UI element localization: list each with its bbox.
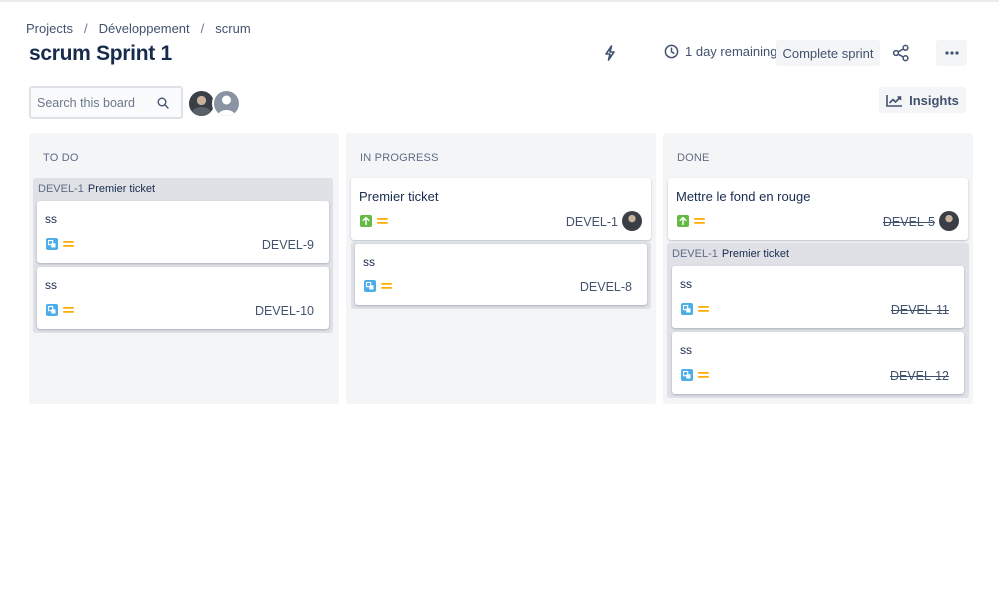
priority-medium-icon: [381, 282, 393, 290]
card-title: ss: [45, 278, 57, 292]
subtask-icon: [46, 304, 58, 316]
subtask-icon: [681, 369, 693, 381]
issue-card[interactable]: ss DEVEL-11: [672, 266, 964, 328]
page-title: scrum Sprint 1: [29, 42, 172, 65]
story-icon: [360, 215, 372, 227]
search-box: [29, 86, 183, 119]
card-key[interactable]: DEVEL-8: [580, 280, 632, 294]
card-icons: [360, 215, 394, 227]
issue-card[interactable]: ss DEVEL-10: [37, 267, 329, 329]
column-title: IN PROGRESS: [360, 152, 439, 164]
parent-issue-label: DEVEL-1 Premier ticket: [38, 183, 155, 195]
search-icon[interactable]: [157, 97, 169, 109]
column-in-progress: IN PROGRESS Premier ticket DEVEL-1 ss DE…: [346, 133, 656, 404]
more-horizontal-icon: [944, 51, 959, 55]
card-key[interactable]: DEVEL-5: [883, 215, 935, 229]
top-divider: [0, 0, 999, 2]
card-key[interactable]: DEVEL-11: [891, 303, 949, 317]
breadcrumb-separator: /: [200, 21, 205, 36]
breadcrumb-separator: /: [83, 21, 88, 36]
column-title: TO DO: [43, 152, 79, 164]
insights-chart-icon: [886, 94, 903, 107]
parent-issue-group[interactable]: DEVEL-1 Premier ticket ss DEVEL-9 ss DEVE…: [33, 178, 333, 333]
column-title: DONE: [677, 152, 710, 164]
issue-card[interactable]: Premier ticket DEVEL-1: [351, 178, 651, 240]
card-title: Premier ticket: [359, 189, 439, 204]
share-icon[interactable]: [889, 42, 913, 64]
priority-medium-icon: [377, 217, 389, 225]
priority-medium-icon: [694, 217, 706, 225]
subtask-icon: [681, 303, 693, 315]
insights-button[interactable]: Insights: [879, 87, 966, 113]
card-icons: [681, 369, 715, 381]
search-input[interactable]: [37, 95, 155, 110]
card-icons: [681, 303, 715, 315]
story-icon: [677, 215, 689, 227]
breadcrumb-project[interactable]: Développement: [99, 21, 190, 36]
remaining-text: 1 day remaining: [685, 44, 778, 59]
card-title: ss: [680, 343, 692, 357]
issue-card[interactable]: ss DEVEL-9: [37, 201, 329, 263]
breadcrumb-projects[interactable]: Projects: [26, 21, 73, 36]
parent-issue-label: DEVEL-1 Premier ticket: [672, 248, 789, 260]
card-title: ss: [680, 277, 692, 291]
card-title: Mettre le fond en rouge: [676, 189, 811, 204]
avatar-unassigned[interactable]: [212, 89, 241, 118]
avatar[interactable]: [939, 211, 959, 231]
parent-issue-group[interactable]: ss DEVEL-8: [351, 242, 651, 309]
breadcrumb: Projects / Développement / scrum: [26, 21, 251, 36]
subtask-icon: [46, 238, 58, 250]
parent-issue-key[interactable]: DEVEL-1: [38, 183, 84, 195]
card-title: ss: [363, 255, 375, 269]
sprint-remaining: 1 day remaining: [664, 44, 778, 59]
breadcrumb-board[interactable]: scrum: [215, 21, 250, 36]
parent-issue-summary: Premier ticket: [87, 183, 156, 195]
column-done: DONE Mettre le fond en rouge DEVEL-5 DEV…: [663, 133, 973, 404]
card-key[interactable]: DEVEL-9: [262, 238, 314, 252]
priority-medium-icon: [698, 305, 710, 313]
card-key[interactable]: DEVEL-12: [890, 369, 949, 383]
issue-card[interactable]: ss DEVEL-8: [355, 244, 647, 305]
card-icons: [46, 238, 80, 250]
card-key[interactable]: DEVEL-10: [255, 304, 314, 318]
parent-issue-key[interactable]: DEVEL-1: [672, 248, 718, 260]
avatar[interactable]: [622, 211, 642, 231]
issue-card[interactable]: Mettre le fond en rouge DEVEL-5: [668, 178, 968, 240]
insights-label: Insights: [909, 92, 959, 108]
card-icons: [46, 304, 80, 316]
column-todo: TO DO DEVEL-1 Premier ticket ss DEVEL-9 s…: [29, 133, 339, 404]
parent-issue-group[interactable]: DEVEL-1 Premier ticket ss DEVEL-11 ss DEV…: [667, 243, 969, 398]
card-icons: [364, 280, 398, 292]
parent-issue-summary: Premier ticket: [721, 248, 790, 260]
priority-medium-icon: [63, 240, 75, 248]
clock-icon: [664, 44, 679, 59]
subtask-icon: [364, 280, 376, 292]
issue-card[interactable]: ss DEVEL-12: [672, 332, 964, 394]
lightning-bolt-icon[interactable]: [599, 42, 621, 64]
more-actions-button[interactable]: [936, 40, 967, 66]
card-icons: [677, 215, 711, 227]
priority-medium-icon: [698, 371, 710, 379]
priority-medium-icon: [63, 306, 75, 314]
card-title: ss: [45, 212, 57, 226]
card-key[interactable]: DEVEL-1: [566, 215, 618, 229]
complete-sprint-button[interactable]: Complete sprint: [776, 40, 880, 66]
